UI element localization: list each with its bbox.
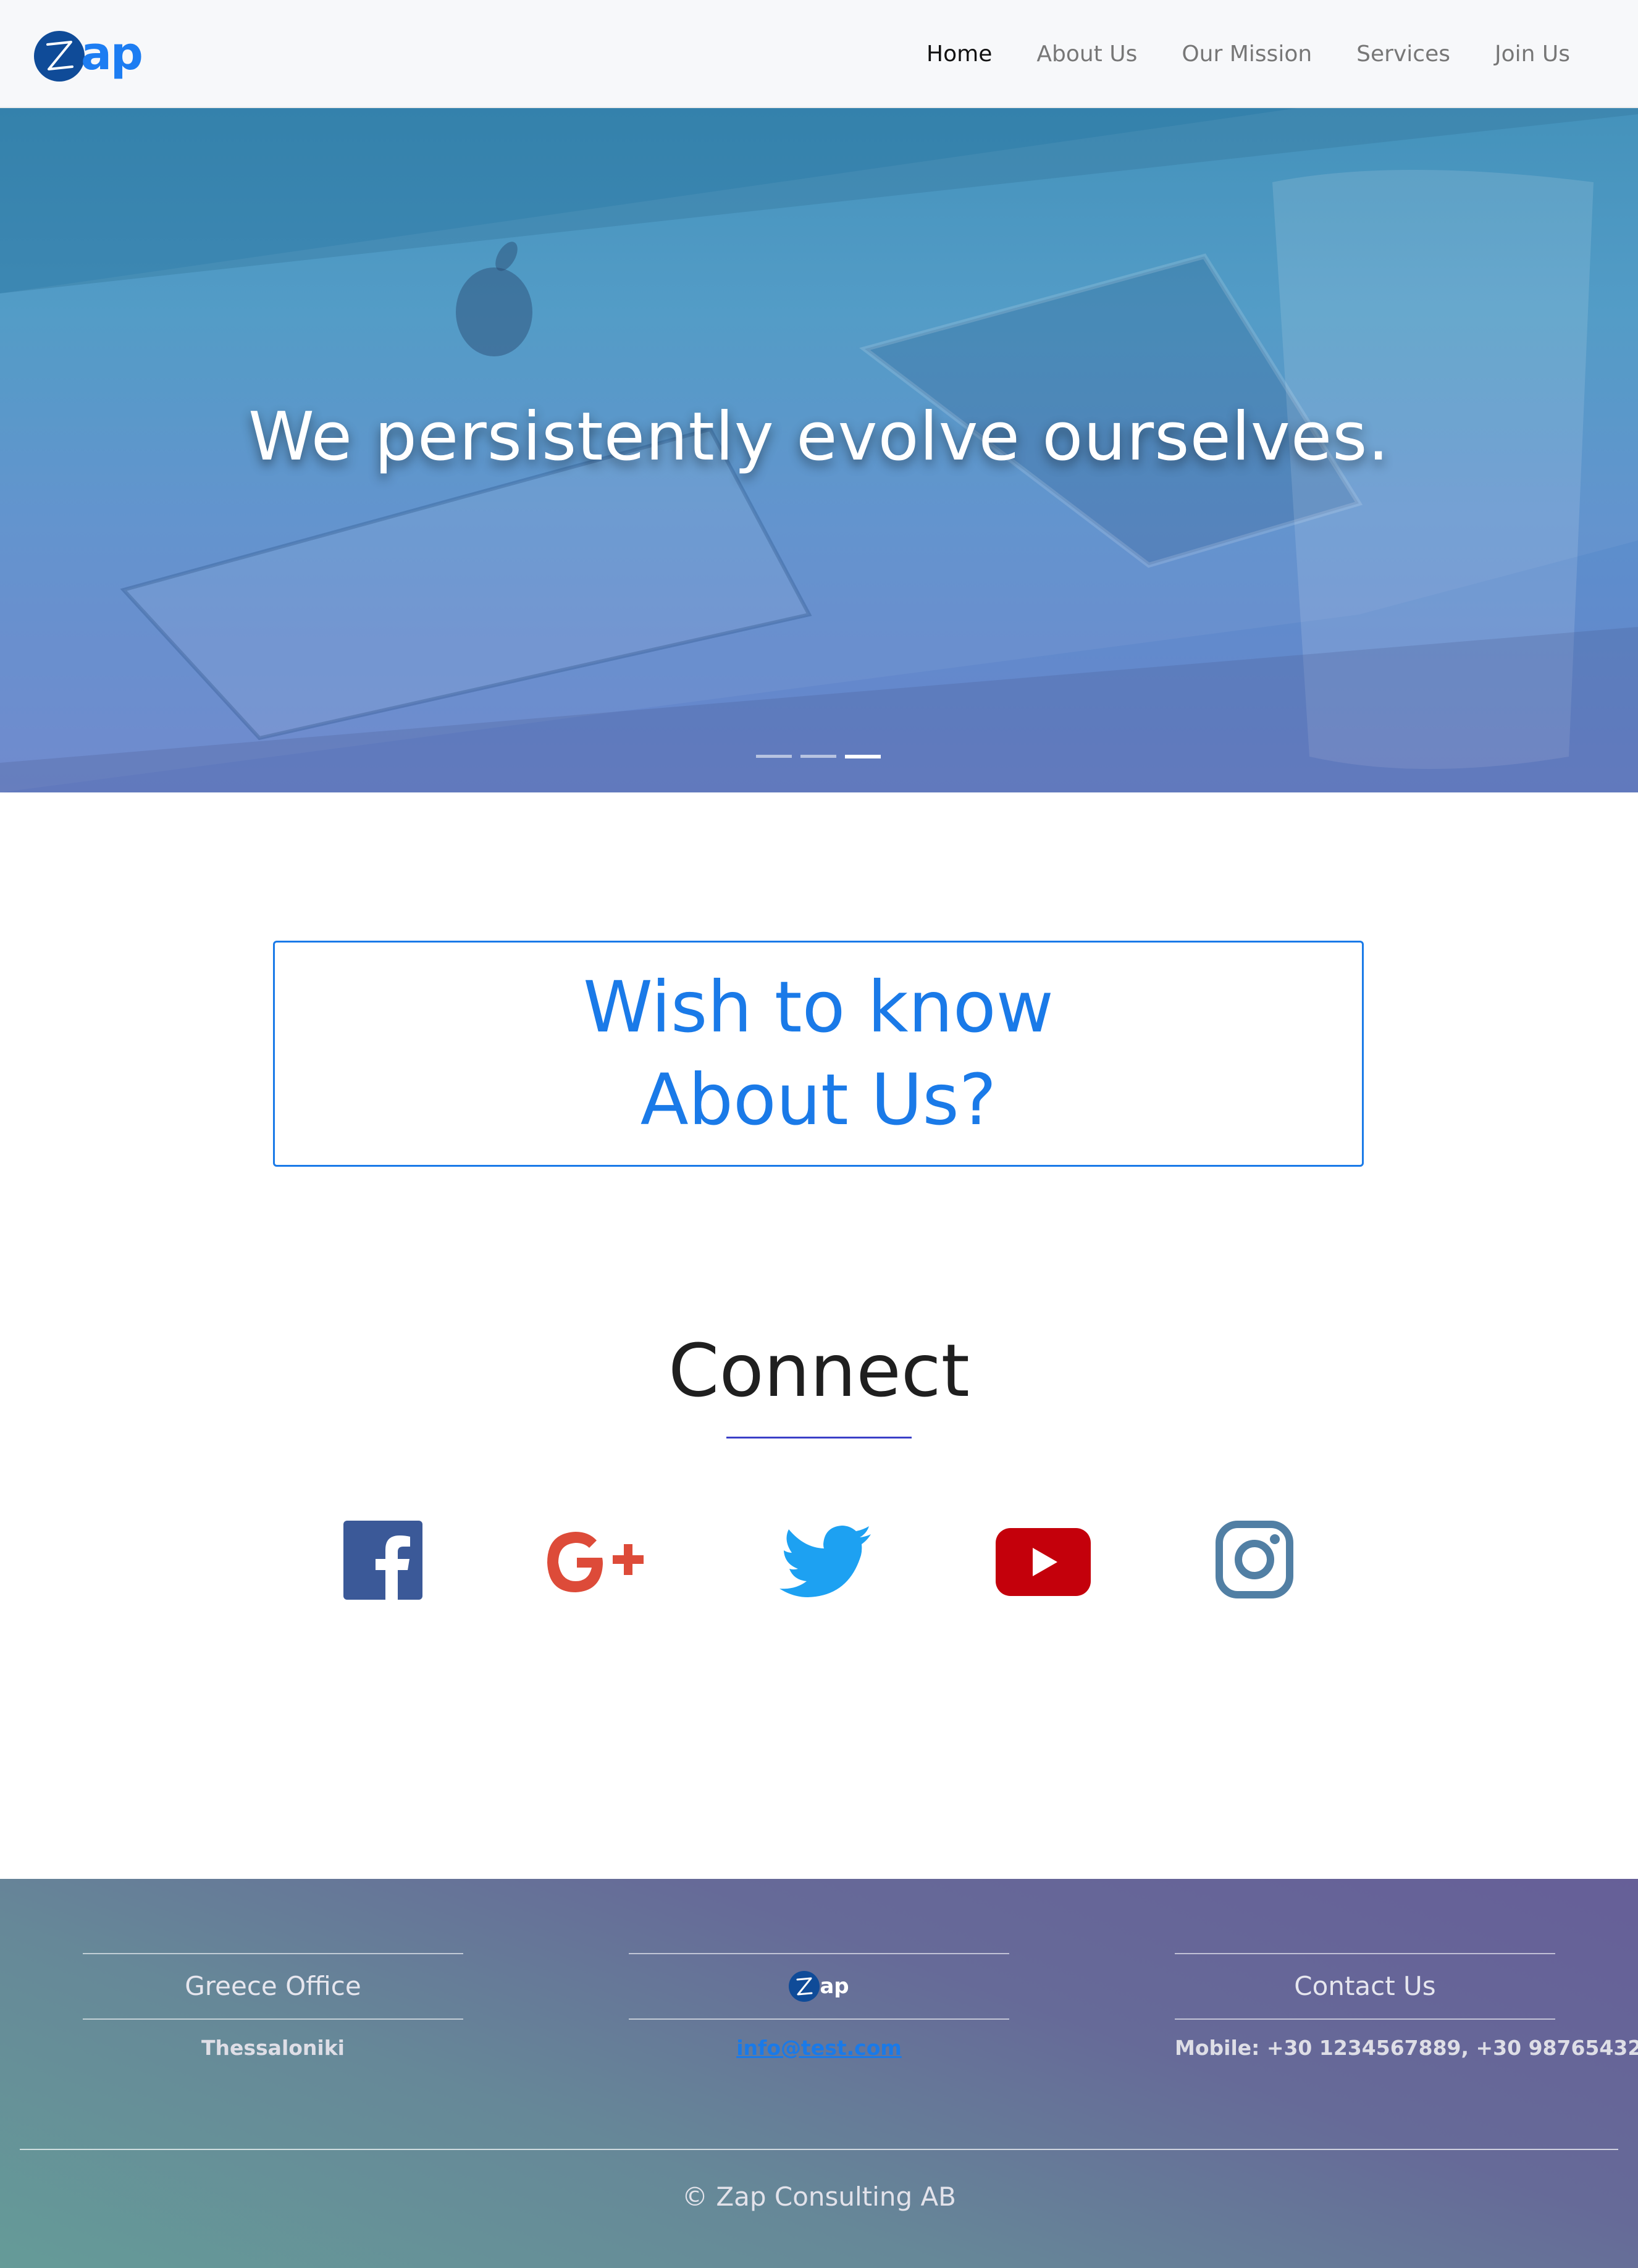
about-us-button[interactable]: Wish to know About Us? (273, 941, 1364, 1167)
youtube-icon[interactable] (996, 1528, 1091, 1596)
footer-contact-heading: Contact Us (1294, 1971, 1436, 2001)
z-logo-icon (34, 31, 85, 82)
hero-carousel: We persistently evolve ourselves. (0, 108, 1638, 792)
facebook-icon[interactable] (343, 1521, 422, 1600)
brand-logo[interactable]: ap (34, 27, 145, 83)
connect-underline (726, 1437, 912, 1438)
footer-brand-name: ap (820, 1974, 849, 1999)
about-line-1: Wish to know (583, 966, 1054, 1048)
brand-name: ap (81, 27, 143, 80)
footer-office-city: Thessaloniki (201, 2036, 345, 2060)
footer-divider (629, 2018, 1009, 2020)
nav-about-us[interactable]: About Us (1036, 36, 1137, 73)
carousel-indicators (756, 755, 881, 758)
footer: Greece Office Thessaloniki ap info@test.… (0, 1879, 1638, 2268)
z-logo-icon (789, 1971, 820, 2002)
connect-title: Connect (668, 1328, 970, 1413)
navbar: ap Home About Us Our Mission Services Jo… (0, 0, 1638, 108)
footer-office-heading: Greece Office (185, 1971, 361, 2001)
google-plus-icon[interactable] (544, 1528, 657, 1596)
footer-email-link[interactable]: info@test.com (629, 2036, 1009, 2060)
copyright-text: © Zap Consulting AB (682, 2182, 956, 2212)
carousel-indicator[interactable] (756, 755, 792, 758)
footer-contact-column: Contact Us Mobile: +30 1234567889, +30 9… (1175, 1953, 1638, 2060)
nav-menu: Home About Us Our Mission Services Join … (926, 36, 1570, 73)
nav-join-us[interactable]: Join Us (1495, 36, 1570, 73)
footer-contact-mobile: Mobile: +30 1234567889, +30 987654321 (1175, 2036, 1638, 2060)
nav-services[interactable]: Services (1356, 36, 1450, 73)
about-line-2: About Us? (640, 1059, 997, 1141)
instagram-icon[interactable] (1216, 1521, 1293, 1598)
footer-brand-column: ap info@test.com (629, 1953, 1009, 2060)
footer-bottom-divider (20, 2149, 1618, 2150)
nav-our-mission[interactable]: Our Mission (1182, 36, 1312, 73)
footer-office-column: Greece Office Thessaloniki (83, 1953, 463, 2060)
footer-divider (83, 2018, 463, 2020)
nav-home[interactable]: Home (926, 36, 992, 73)
carousel-indicator-active[interactable] (845, 755, 881, 758)
carousel-indicator[interactable] (800, 755, 836, 758)
twitter-icon[interactable] (779, 1526, 871, 1601)
hero-title: We persistently evolve ourselves. (248, 398, 1390, 476)
footer-divider (1175, 2018, 1555, 2020)
footer-logo[interactable]: ap (629, 1954, 1009, 2018)
